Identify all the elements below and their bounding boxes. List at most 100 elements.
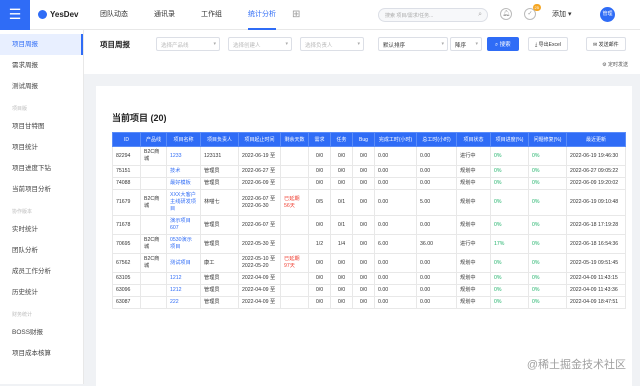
logo[interactable]: YesDev [38, 10, 100, 19]
column-header: 完成工时(小时) [374, 132, 417, 147]
sidebar-item-boss-report[interactable]: BOSS财报 [0, 322, 83, 343]
table-row[interactable]: 67562 B2C商城 测试项目 康工 2022-05-10 至 2022-05-20 已… [112, 253, 626, 273]
avatar[interactable]: 管理 [600, 7, 615, 22]
menu-icon[interactable]: ☰ [0, 0, 30, 30]
table-row[interactable]: 63105 1212 管理员 2022-04-09 至 0/0 0/0 0/0 0.00 0.0… [112, 272, 626, 285]
sidebar-item-team-analysis[interactable]: 团队分析 [0, 240, 83, 261]
sidebar: 项目周报 需求周报 测试周报 项目版 项目甘特图 项目统计 项目进度下钻 当前项… [0, 30, 84, 384]
cell-name[interactable]: 1233 [166, 146, 201, 166]
scheduled-send-link[interactable]: ⚙ 定时发送 [602, 61, 628, 68]
cell-progress: 0% [490, 177, 529, 190]
search-placeholder: 搜索 项目/需求/任务... [385, 13, 434, 19]
cell-name[interactable]: 测试项目 [166, 253, 201, 273]
table-row[interactable]: 75151 技术 管理员 2022-06-27 至 0/0 0/0 0/0 0.00 0.00 规… [112, 165, 626, 178]
cell-task: 0/0 [330, 177, 353, 190]
cell-status: 进行中 [456, 234, 491, 254]
main-content: 项目周报 选择产品线 ▾ 选择创建人 ▾ 选择负责人 ▾ 默认排序 ▾ 降序 ▾ ⌕ 搜索… [84, 30, 640, 386]
cell-req: 0/0 [308, 146, 331, 166]
cell-name[interactable]: 演示项目607 [166, 215, 201, 235]
column-header: 产品线 [140, 132, 167, 147]
cell-remain: 已延期 56天 [280, 189, 309, 216]
cell-remain [280, 234, 309, 254]
cell-owner: 管理员 [200, 296, 239, 309]
cell-name[interactable]: 1212 [166, 272, 201, 285]
member-placeholder: 选择负责人 [305, 43, 333, 49]
cell-task: 0/0 [330, 253, 353, 273]
product-line-placeholder: 选择产品线 [161, 43, 189, 49]
table-row[interactable]: 71678 演示项目607 管理员 2022-06-07 至 0/0 0/1 0/0 0.00… [112, 215, 626, 235]
nav-item-statistics[interactable]: 统计分析 [248, 0, 276, 30]
sidebar-item-project-stats[interactable]: 项目统计 [0, 137, 83, 158]
sort-order-value: 降序 [455, 43, 467, 49]
send-mail-button[interactable]: ✉ 发送邮件 [586, 37, 626, 51]
cell-done: 0.00 [374, 189, 417, 216]
cell-name[interactable]: 最好模板 [166, 177, 201, 190]
cell-bug: 0/0 [352, 284, 375, 297]
table-row[interactable]: 63087 222 管理员 2022-04-09 至 0/0 0/0 0/0 0.00 0.00… [112, 296, 626, 309]
add-dropdown[interactable]: 添加 ▾ [552, 9, 571, 19]
nav-item-team-feed[interactable]: 团队动态 [100, 0, 128, 30]
cell-owner: 管理员 [200, 215, 239, 235]
nav-item-workgroups[interactable]: 工作组 [201, 0, 222, 30]
cell-fix: 0% [528, 296, 567, 309]
table-row[interactable]: 70695 B2C商城 0530演示项目 管理员 2022-05-30 至 1/2 1/4 0… [112, 234, 626, 254]
cell-name[interactable]: XXX大客户主线研发项目 [166, 189, 201, 216]
notification-badge: 25 [532, 4, 541, 11]
chevron-down-icon: ▾ [441, 41, 444, 47]
cell-done: 0.00 [374, 253, 417, 273]
bell-icon[interactable]: 🔔︎ [500, 8, 512, 20]
cell-period: 2022-06-07 至 2022-06-30 [238, 189, 281, 216]
cell-line: B2C商城 [140, 189, 167, 216]
cell-owner: 林喵七 [200, 189, 239, 216]
notification-icon[interactable]: ✓ 25 [524, 4, 541, 20]
sidebar-item-project-weekly[interactable]: 项目周报 [0, 34, 83, 55]
cell-name[interactable]: 1212 [166, 284, 201, 297]
cell-req: 0/0 [308, 272, 331, 285]
top-bar: ☰ YesDev 团队动态 通讯录 工作组 统计分析 ⊞ 搜索 项目/需求/任务… [0, 0, 640, 30]
sidebar-item-progress-drill[interactable]: 项目进度下钻 [0, 158, 83, 179]
cell-name[interactable]: 技术 [166, 165, 201, 178]
search-icon[interactable]: ⌕ [478, 11, 482, 19]
cell-line [140, 272, 167, 285]
cell-updated: 2022-06-19 09:10:48 [566, 189, 626, 216]
cell-req: 0/0 [308, 177, 331, 190]
cell-req: 0/0 [308, 253, 331, 273]
export-label: 导出Excel [538, 42, 561, 48]
table-row[interactable]: 82294 B2C商城 1233 123131 2022-06-19 至 0/0 0/0 0/… [112, 146, 626, 166]
sidebar-item-current-analysis[interactable]: 当前项目分析 [0, 179, 83, 200]
export-excel-button[interactable]: ⤓ 导出Excel [528, 37, 568, 51]
sidebar-item-realtime[interactable]: 实时统计 [0, 219, 83, 240]
sidebar-item-cost[interactable]: 项目成本核算 [0, 343, 83, 364]
cell-done: 0.00 [374, 165, 417, 178]
add-nav-icon[interactable]: ⊞ [292, 9, 300, 20]
cell-bug: 0/0 [352, 296, 375, 309]
cell-done: 0.00 [374, 272, 417, 285]
sidebar-item-history[interactable]: 历史统计 [0, 282, 83, 303]
sidebar-item-member-analysis[interactable]: 成员工作分析 [0, 261, 83, 282]
chevron-down-icon: ▾ [213, 41, 216, 47]
cell-fix: 0% [528, 177, 567, 190]
search-button[interactable]: ⌕ 搜索 [487, 37, 519, 51]
chevron-down-icon: ▾ [285, 41, 288, 47]
cell-name[interactable]: 0530演示项目 [166, 234, 201, 254]
cell-name[interactable]: 222 [166, 296, 201, 309]
cell-total: 5.00 [416, 189, 457, 216]
column-header: 需求 [308, 132, 331, 147]
owner-select[interactable]: 选择创建人 ▾ [228, 37, 292, 51]
product-line-select[interactable]: 选择产品线 ▾ [156, 37, 220, 51]
member-select[interactable]: 选择负责人 ▾ [300, 37, 364, 51]
nav-item-contacts[interactable]: 通讯录 [154, 0, 175, 30]
sort-field-select[interactable]: 默认排序 ▾ [378, 37, 448, 51]
table-row[interactable]: 74088 最好模板 管理员 2022-06-09 至 0/0 0/0 0/0 0.00 0.0… [112, 177, 626, 190]
cell-bug: 0/0 [352, 177, 375, 190]
sort-order-select[interactable]: 降序 ▾ [450, 37, 482, 51]
sidebar-item-gantt[interactable]: 项目甘特图 [0, 116, 83, 137]
cell-id: 75151 [112, 165, 141, 178]
cell-progress: 0% [490, 165, 529, 178]
cell-id: 63105 [112, 272, 141, 285]
table-row[interactable]: 71679 B2C商城 XXX大客户主线研发项目 林喵七 2022-06-07 至 20… [112, 189, 626, 216]
sidebar-item-test-weekly[interactable]: 测试周报 [0, 76, 83, 97]
search-input[interactable]: 搜索 项目/需求/任务... ⌕ [378, 8, 488, 22]
sidebar-item-requirement-weekly[interactable]: 需求周报 [0, 55, 83, 76]
table-row[interactable]: 63096 1212 管理员 2022-04-09 至 0/0 0/0 0/0 0.00 0.0… [112, 284, 626, 297]
